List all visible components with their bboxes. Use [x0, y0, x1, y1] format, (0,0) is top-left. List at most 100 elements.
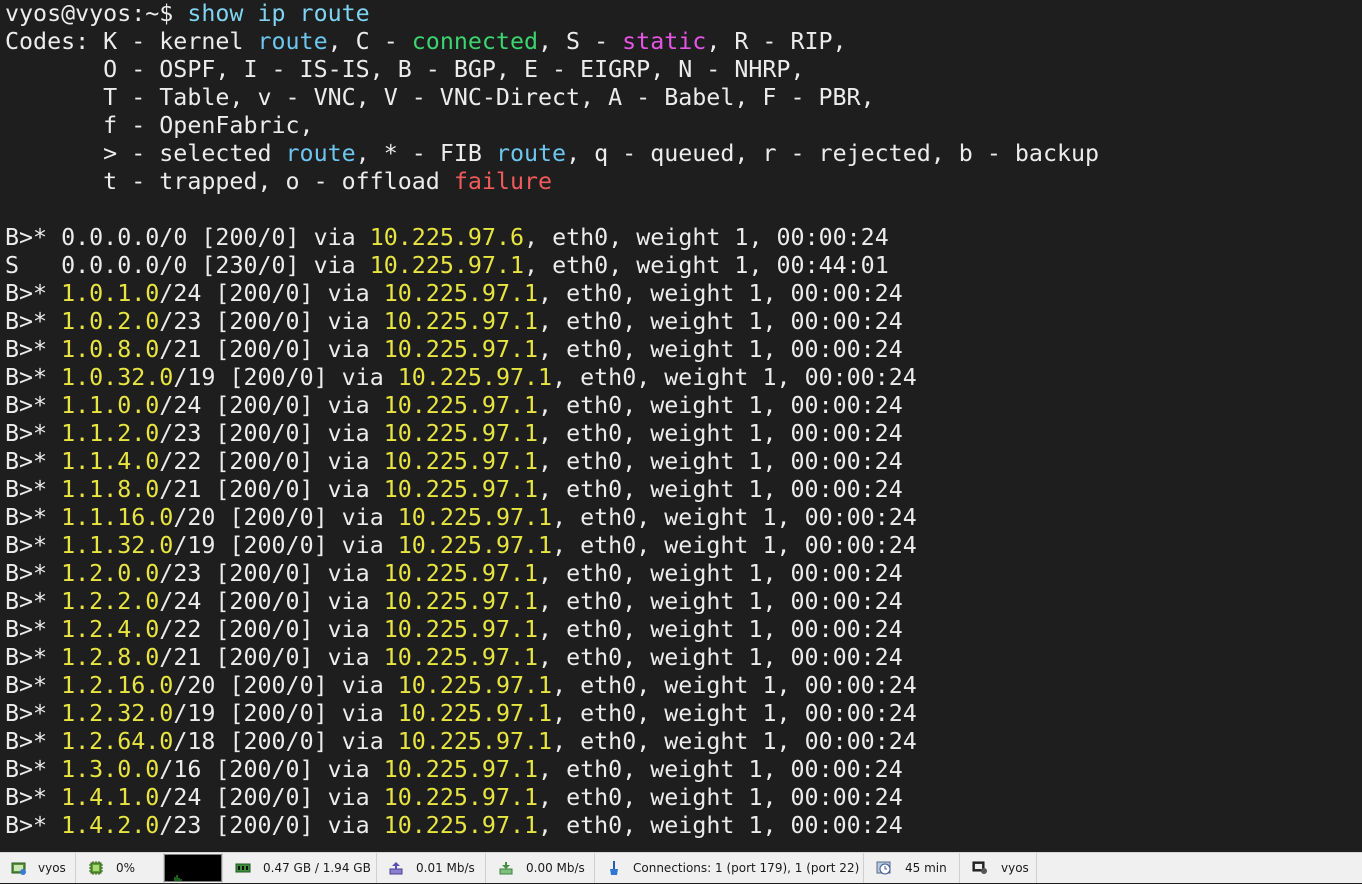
route-weight: 1	[748, 336, 763, 363]
route-separator	[187, 252, 201, 279]
route-code: B>*	[5, 700, 62, 727]
route-prefix-length: /19	[173, 700, 216, 727]
connections-status[interactable]: Connections: 1 (port 179), 1 (port 22)	[595, 853, 864, 883]
cpu-graph	[164, 854, 222, 882]
upload-speed[interactable]: 0.01 Mb/s	[377, 853, 486, 883]
route-separator: via	[313, 756, 384, 783]
route-metric: [200/0]	[215, 616, 314, 643]
route-separator	[187, 224, 201, 251]
route-prefix-length: /21	[159, 476, 202, 503]
route-interface: eth0	[566, 560, 623, 587]
route-separator	[201, 420, 215, 447]
route-nexthop: 10.225.97.1	[383, 336, 539, 363]
route-prefix-length: /24	[159, 588, 202, 615]
route-separator: via	[327, 700, 398, 727]
route-prefix-length: /21	[159, 644, 202, 671]
route-prefix-length: /16	[159, 756, 202, 783]
route-metric: [200/0]	[215, 644, 314, 671]
route-metric: [200/0]	[215, 756, 314, 783]
connections-label: Connections: 1 (port 179), 1 (port 22)	[633, 861, 860, 875]
session-uptime[interactable]: 45 min	[864, 853, 960, 883]
route-nexthop: 10.225.97.1	[397, 700, 553, 727]
route-separator: ,	[762, 336, 791, 363]
route-network: 1.1.8.0	[61, 476, 160, 503]
codes-legend-text: , S -	[538, 28, 623, 55]
route-nexthop: 10.225.97.1	[383, 280, 539, 307]
route-separator: ,	[552, 672, 581, 699]
route-prefix-length: /21	[159, 336, 202, 363]
route-nexthop: 10.225.97.1	[383, 756, 539, 783]
codes-legend-text: failure	[453, 168, 553, 195]
codes-legend-text: static	[622, 28, 707, 55]
cpu-usage[interactable]: 0%	[76, 853, 164, 883]
codes-legend-text: T - Table, v - VNC, V - VNC-Direct, A - …	[5, 84, 875, 111]
route-weight: 1	[762, 532, 777, 559]
route-separator: , weight	[622, 476, 749, 503]
session-host[interactable]: vyos	[0, 853, 76, 883]
route-age: 00:00:24	[790, 280, 903, 307]
download-speed[interactable]: 0.00 Mb/s	[486, 853, 595, 883]
route-separator: via	[313, 308, 384, 335]
route-interface: eth0	[552, 252, 609, 279]
route-separator: via	[313, 336, 384, 363]
route-weight: 1	[748, 420, 763, 447]
route-weight: 1	[762, 672, 777, 699]
route-separator: , weight	[622, 336, 749, 363]
route-entry: B>* 1.0.8.0/21 [200/0] via 10.225.97.1 , …	[5, 336, 903, 364]
current-user[interactable]: vyos	[960, 853, 1037, 883]
route-age: 00:00:24	[790, 756, 903, 783]
route-separator	[215, 532, 229, 559]
route-metric: [200/0]	[229, 728, 328, 755]
route-code: B>*	[5, 448, 62, 475]
route-network: 1.2.32.0	[61, 700, 174, 727]
route-separator	[215, 672, 229, 699]
route-entry: B>* 1.2.16.0/20 [200/0] via 10.225.97.1,…	[5, 672, 917, 700]
route-prefix-length: /22	[159, 616, 202, 643]
route-separator: via	[313, 812, 384, 839]
route-age: 00:00:24	[804, 700, 917, 727]
route-separator	[201, 616, 215, 643]
route-separator	[215, 700, 229, 727]
route-network: 1.1.2.0	[61, 420, 160, 447]
route-age: 00:00:24	[804, 672, 917, 699]
upload-icon	[388, 860, 404, 876]
route-separator: ,	[552, 504, 581, 531]
route-separator: ,	[762, 308, 791, 335]
route-nexthop: 10.225.97.1	[397, 504, 553, 531]
route-code: B>*	[5, 280, 62, 307]
route-code: B>*	[5, 392, 62, 419]
uptime-label: 45 min	[905, 861, 947, 875]
route-separator: via	[327, 532, 398, 559]
route-entry: B>* 1.2.8.0/21 [200/0] via 10.225.97.1 , …	[5, 644, 903, 672]
route-prefix-length: /23	[159, 812, 202, 839]
route-interface: eth0	[566, 336, 623, 363]
route-weight: 1	[748, 560, 763, 587]
memory-usage[interactable]: 0.47 GB / 1.94 GB	[222, 853, 377, 883]
codes-legend-text: O - OSPF, I - IS-IS, B - BGP, E - EIGRP,…	[5, 56, 805, 83]
route-interface: eth0	[552, 224, 609, 251]
codes-legend-line: f - OpenFabric,	[5, 112, 313, 140]
route-separator: via	[313, 280, 384, 307]
route-separator: ,	[538, 812, 567, 839]
route-separator: ,	[524, 252, 553, 279]
route-network: 1.2.0.0	[61, 560, 160, 587]
route-metric: [200/0]	[215, 448, 314, 475]
route-interface: eth0	[580, 700, 637, 727]
route-separator: via	[299, 252, 370, 279]
route-nexthop: 10.225.97.1	[383, 784, 539, 811]
route-interface: eth0	[580, 532, 637, 559]
route-interface: eth0	[566, 616, 623, 643]
route-metric: [200/0]	[215, 588, 314, 615]
terminal-window[interactable]: vyos@vyos:~$ show ip route Codes: K - ke…	[0, 0, 1362, 852]
route-nexthop: 10.225.97.6	[369, 224, 525, 251]
route-separator: ,	[538, 756, 567, 783]
route-code: B>*	[5, 364, 62, 391]
route-separator: ,	[524, 224, 553, 251]
route-entry: B>* 1.1.16.0/20 [200/0] via 10.225.97.1,…	[5, 504, 917, 532]
route-entry: B>* 1.2.2.0/24 [200/0] via 10.225.97.1 , …	[5, 588, 903, 616]
session-host-label: vyos	[38, 861, 66, 875]
route-network: 1.0.1.0	[61, 280, 160, 307]
route-network: 1.1.32.0	[61, 532, 174, 559]
route-prefix-length: /19	[173, 364, 216, 391]
route-network: 1.0.32.0	[61, 364, 174, 391]
